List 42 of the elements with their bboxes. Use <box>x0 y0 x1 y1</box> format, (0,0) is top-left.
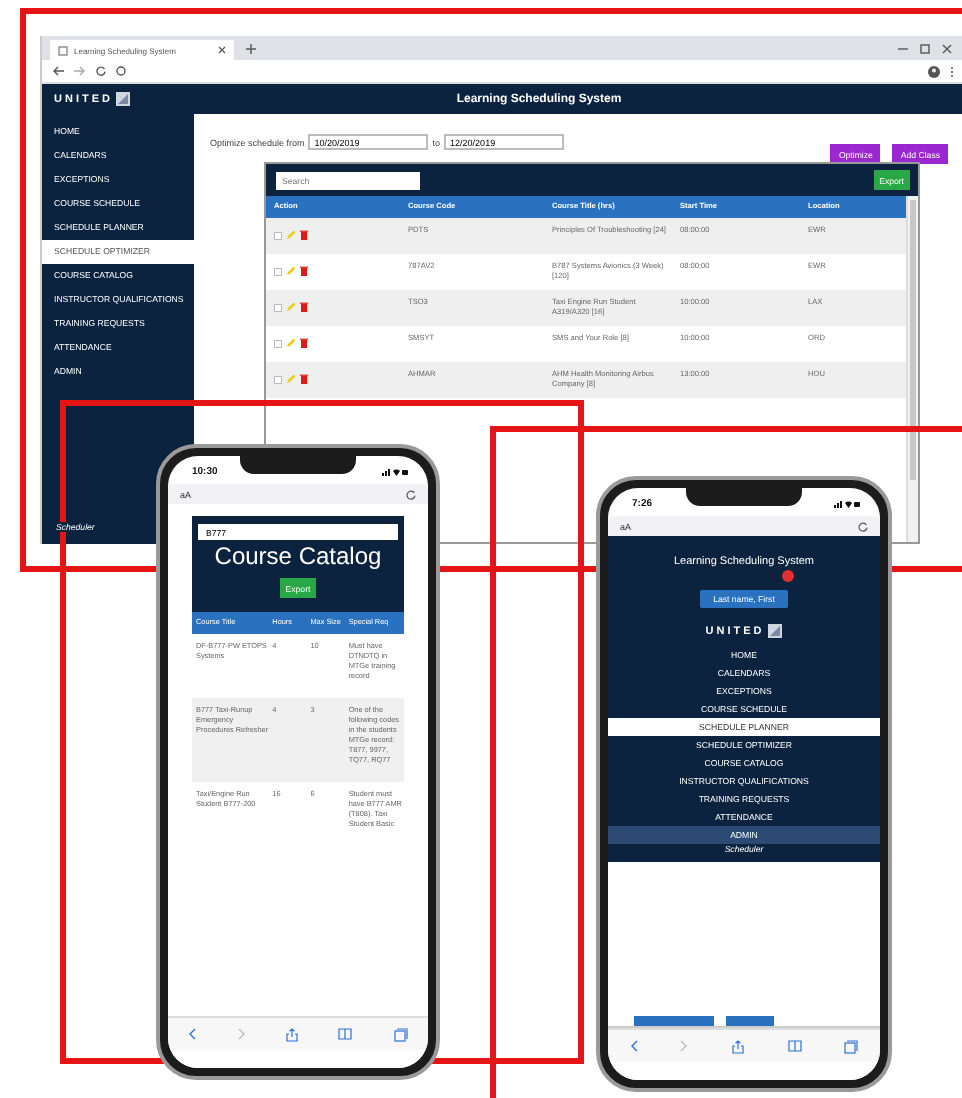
close-icon[interactable] <box>942 43 952 53</box>
back-icon[interactable] <box>188 1028 197 1040</box>
tabs-icon[interactable] <box>393 1027 408 1041</box>
minimize-icon[interactable] <box>898 43 908 53</box>
checkbox[interactable] <box>274 339 282 347</box>
trash-icon[interactable] <box>300 266 308 276</box>
forward-icon[interactable] <box>74 66 86 76</box>
reload-icon[interactable] <box>406 489 416 499</box>
new-tab-icon[interactable] <box>246 43 256 53</box>
logo-icon <box>116 92 131 106</box>
checkbox[interactable] <box>274 375 282 383</box>
account-icon[interactable] <box>928 65 940 77</box>
share-icon[interactable] <box>285 1027 298 1041</box>
book-icon[interactable] <box>787 1040 802 1052</box>
back-icon[interactable] <box>52 66 64 76</box>
checkbox[interactable] <box>274 267 282 275</box>
page-title: Course Catalog <box>214 542 382 570</box>
forward-icon[interactable] <box>680 1040 689 1052</box>
trash-icon[interactable] <box>300 338 308 348</box>
share-icon[interactable] <box>731 1039 744 1053</box>
book-icon[interactable] <box>338 1028 353 1040</box>
status-icons <box>834 500 860 508</box>
forward-icon[interactable] <box>237 1028 246 1040</box>
reload-icon[interactable] <box>96 66 106 76</box>
page-icon <box>58 45 68 55</box>
close-icon[interactable] <box>218 46 226 54</box>
reload-icon[interactable] <box>858 521 868 531</box>
trash-icon[interactable] <box>300 230 308 240</box>
globe-icon <box>116 66 126 76</box>
notification-badge <box>782 570 795 582</box>
restore-icon[interactable] <box>920 43 930 53</box>
phone-notch <box>240 456 356 474</box>
trash-icon[interactable] <box>300 374 308 384</box>
tabs-icon[interactable] <box>844 1039 859 1053</box>
status-icons <box>382 468 408 476</box>
back-icon[interactable] <box>629 1040 638 1052</box>
trash-icon[interactable] <box>300 302 308 312</box>
logo-icon <box>768 624 783 638</box>
scrollbar[interactable] <box>906 196 918 542</box>
checkbox[interactable] <box>274 303 282 311</box>
checkbox[interactable] <box>274 231 282 239</box>
phone-notch <box>686 488 802 506</box>
